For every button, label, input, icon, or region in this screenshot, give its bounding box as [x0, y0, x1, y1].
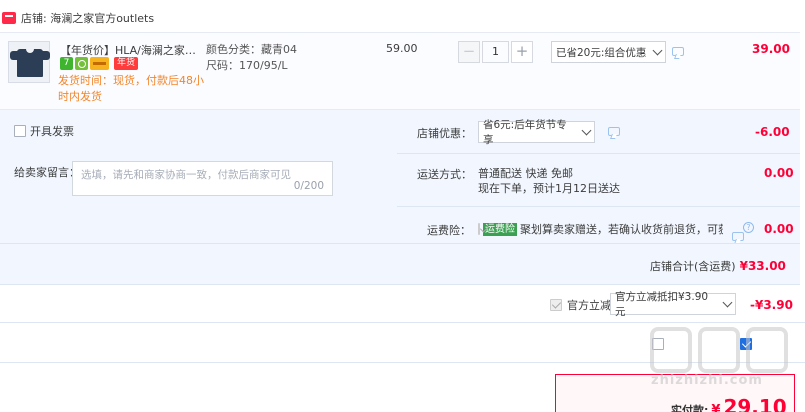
shipping-info: 普通配送 快递 免邮 现在下单，预计1月12日送达 — [478, 166, 620, 196]
pay-amount: 29.10 — [723, 395, 787, 412]
quantity-input[interactable]: 1 — [482, 41, 509, 63]
invoice-label: 开具发票 — [30, 125, 74, 138]
official-discount-select-value: 官方立减抵扣¥3.90元 — [615, 291, 709, 318]
shipping-amount: 0.00 — [764, 166, 794, 180]
official-discount-option: 官方立减 — [550, 297, 611, 313]
comment-icon[interactable] — [608, 127, 620, 136]
shipping-method: 普通配送 快递 免邮 — [478, 167, 573, 180]
chevron-down-icon — [581, 125, 592, 135]
increase-quantity-button[interactable]: + — [511, 41, 533, 63]
service-guarantee-icon — [75, 57, 88, 70]
sku-info: 颜色分类：藏青04 尺码：170/95/L — [206, 42, 297, 74]
comment-icon[interactable] — [732, 232, 744, 241]
item-discount-select[interactable]: 已省20元:组合优惠 — [551, 41, 666, 63]
official-discount-select[interactable]: 官方立减抵扣¥3.90元 — [610, 291, 736, 318]
divider — [0, 243, 800, 244]
insurance-option: 运费险 聚划算卖家赠送，若确认收货前退货，可获... — [478, 221, 723, 237]
divider — [397, 153, 800, 154]
shop-total-amount: ¥33.00 — [739, 259, 786, 273]
chevron-down-icon — [652, 45, 663, 55]
item-subtotal: 39.00 — [752, 42, 790, 56]
store-icon — [2, 12, 16, 24]
insurance-text: 聚划算卖家赠送，若确认收货前退货，可获... — [520, 223, 723, 236]
shop-discount-amount: -6.00 — [755, 125, 790, 139]
product-title[interactable]: 【年货价】HLA/海澜之家舒适... — [60, 42, 202, 58]
insurance-tag: 运费险 — [483, 222, 517, 236]
seven-day-return-icon: 7 — [60, 57, 73, 70]
sku-size: 尺码：170/95/L — [206, 59, 288, 72]
insurance-amount: 0.00 — [764, 222, 794, 236]
sku-color: 颜色分类：藏青04 — [206, 43, 297, 56]
watermark-logo-glyph — [650, 327, 692, 373]
item-discount-select-value: 已省20元:组合优惠 — [556, 46, 647, 59]
currency-symbol: ¥ — [711, 403, 721, 412]
official-discount-checkbox — [550, 299, 562, 311]
invoice-checkbox[interactable] — [14, 125, 26, 137]
unit-price: 59.00 — [386, 42, 418, 55]
credit-card-icon — [90, 57, 109, 70]
help-icon[interactable]: ? — [743, 222, 754, 233]
pay-total: 实付款: ¥ 29.10 — [671, 395, 787, 412]
tshirt-image — [10, 49, 50, 77]
store-name[interactable]: 店铺: 海澜之家官方outlets — [21, 10, 154, 26]
shipping-label: 运送方式： — [417, 168, 472, 181]
product-badges: 7 年货 — [60, 57, 139, 70]
watermark-logo-glyph — [698, 327, 740, 373]
shop-total: 店铺合计(含运费) ¥33.00 — [650, 258, 786, 274]
product-thumbnail[interactable] — [8, 41, 50, 83]
official-discount-label: 官方立减 — [567, 299, 611, 312]
chevron-down-icon — [722, 297, 733, 307]
divider — [0, 322, 805, 323]
message-label: 给卖家留言： — [14, 166, 80, 179]
pay-label: 实付款: — [671, 404, 709, 412]
shop-discount-select[interactable]: 省6元:后年货节专享 — [478, 119, 595, 146]
quantity-stepper: − 1 + — [458, 41, 533, 63]
shop-total-label: 店铺合计(含运费) — [650, 260, 736, 273]
new-year-goods-badge: 年货 — [114, 57, 139, 70]
decrease-quantity-button[interactable]: − — [458, 41, 480, 63]
watermark-text: zhizhizhi.com — [651, 373, 763, 388]
message-char-count: 0/200 — [293, 180, 324, 192]
divider — [397, 206, 800, 207]
shop-discount-select-value: 省6元:后年货节专享 — [483, 119, 567, 146]
shop-discount-label: 店铺优惠： — [417, 127, 472, 140]
cart-item-row: 【年货价】HLA/海澜之家舒适... 7 年货 发货时间：现货，付款后48小时内… — [0, 32, 800, 110]
insurance-checkbox — [478, 223, 480, 235]
insurance-label: 运费险： — [427, 224, 471, 237]
seller-message-placeholder: 选填，请先和商家协商一致，付款后商家可见 — [81, 169, 291, 181]
official-discount-amount: -¥3.90 — [750, 298, 793, 312]
store-header: 店铺: 海澜之家官方outlets — [0, 8, 805, 28]
comment-icon[interactable] — [672, 47, 684, 56]
shipping-time-note: 发货时间：现货，付款后48小时内发货 — [58, 74, 204, 103]
invoice-option[interactable]: 开具发票 — [14, 123, 74, 139]
shipping-eta: 现在下单，预计1月12日送达 — [478, 182, 620, 195]
order-options-panel: 开具发票 给卖家留言： 店铺优惠： 省6元:后年货节专享 -6.00 运送方式：… — [0, 110, 800, 285]
seller-message-input[interactable]: 选填，请先和商家协商一致，付款后商家可见 0/200 — [72, 161, 333, 196]
site-watermark: zhizhizhi.com — [648, 327, 798, 388]
watermark-logo-glyph — [746, 327, 788, 373]
